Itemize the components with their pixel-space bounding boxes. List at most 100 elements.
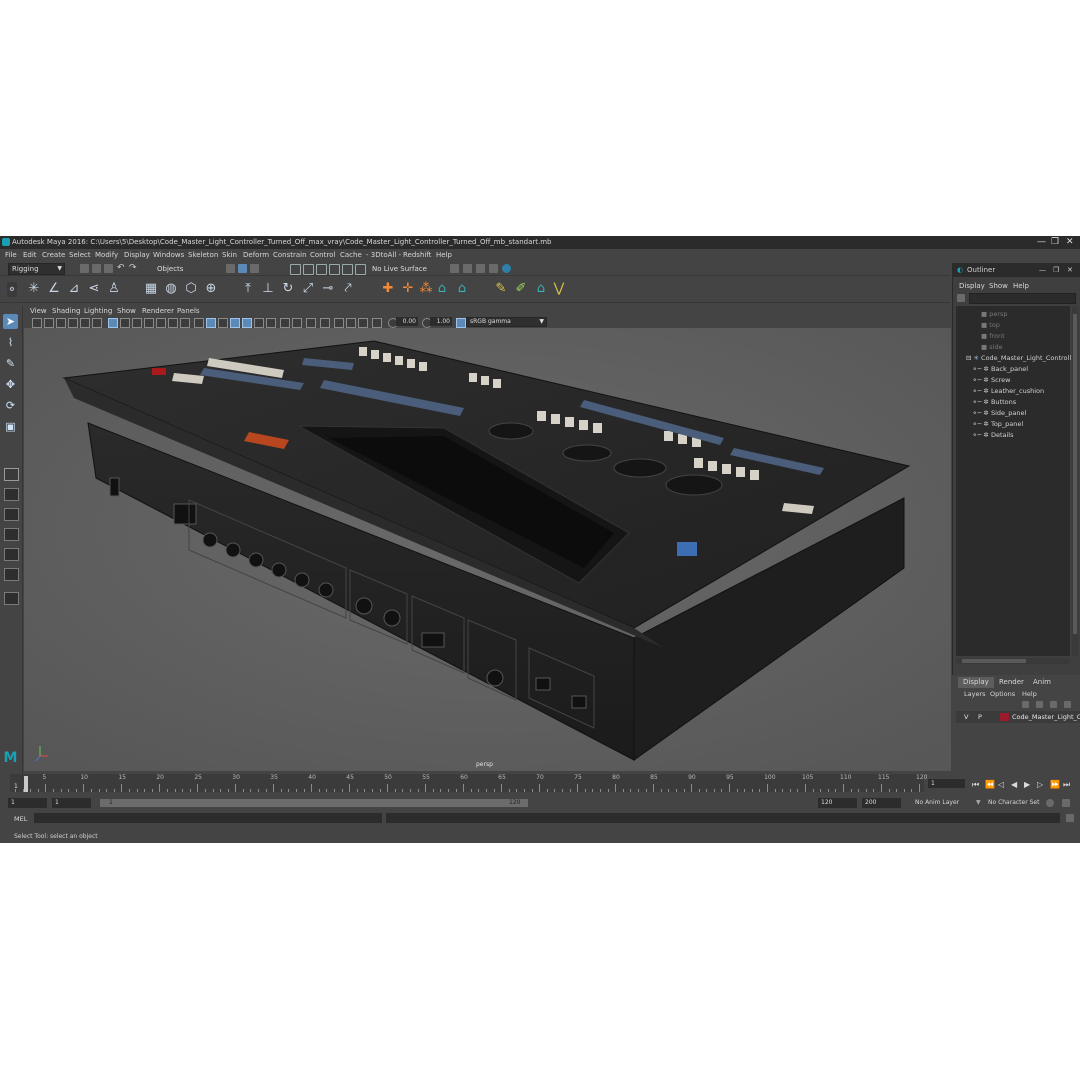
cluster-icon[interactable]: ⊕ [203,281,219,297]
command-input[interactable] [34,813,382,823]
outliner-menu-help[interactable]: Help [1013,282,1029,290]
save-scene-icon[interactable] [104,264,113,273]
menu-modify[interactable]: Modify [95,251,118,259]
selection-mode-dropdown[interactable]: Objects [153,263,218,275]
outliner-minimize-button[interactable]: — [1039,266,1046,274]
gamma-field[interactable]: 1.00 [430,317,452,326]
lasso-tool-icon[interactable]: ⌇ [3,335,18,350]
wrap-deformer-icon[interactable]: ⌂ [434,281,450,297]
panel-menu-shading[interactable]: Shading [52,307,80,315]
safe-action-icon[interactable] [168,318,178,328]
use-lights-icon[interactable] [242,318,252,328]
close-button[interactable]: ✕ [1066,237,1074,247]
wireframe-on-shaded-icon[interactable] [218,318,228,328]
render-settings-icon[interactable] [476,264,485,273]
menu-help[interactable]: Help [436,251,452,259]
exposure-field[interactable]: 0.00 [396,317,418,326]
menu-skeleton[interactable]: Skeleton [188,251,218,259]
smooth-bind-icon[interactable]: ◍ [163,281,179,297]
motion-blur-icon[interactable] [280,318,290,328]
scrollbar-thumb[interactable] [962,659,1026,663]
range-slider[interactable]: 1 120 [100,799,528,807]
two-pane-side-layout-icon[interactable] [4,508,19,521]
auto-key-icon[interactable] [1046,799,1054,807]
current-frame-field[interactable]: 1 [928,779,965,788]
tab-anim[interactable]: Anim [1028,677,1056,688]
outliner-item[interactable]: ■ persp [981,310,1008,318]
script-editor-icon[interactable] [1066,814,1074,822]
snap-surface-icon[interactable] [342,264,353,275]
rotate-tool-icon[interactable]: ⟳ [3,398,18,413]
lattice-icon[interactable]: ⬡ [183,281,199,297]
outliner-item[interactable]: ⚬─ ✲ Top_panel [972,420,1023,428]
locator-icon[interactable]: ✚ [380,281,396,297]
grid-toggle-icon[interactable] [108,318,118,328]
layer-menu-options[interactable]: Options [990,690,1015,698]
graph-persp-layout-icon[interactable] [4,568,19,581]
outliner-menu-show[interactable]: Show [989,282,1008,290]
xray-joints-icon[interactable] [358,318,368,328]
new-layer-selected-icon[interactable] [1064,701,1071,708]
outliner-horizontal-scrollbar[interactable] [956,658,1070,664]
select-component-icon[interactable] [250,264,259,273]
viewport-persp[interactable]: persp [24,328,951,771]
bookmarks-icon[interactable] [68,318,78,328]
step-forward-key-icon[interactable]: ⏩ [1050,780,1060,789]
outliner-maximize-button[interactable]: ❐ [1053,266,1059,274]
panel-menu-view[interactable]: View [30,307,47,315]
menu-redshift[interactable]: Redshift [403,251,431,259]
blend-shape-icon[interactable]: ⌂ [454,281,470,297]
wireframe-icon[interactable] [194,318,204,328]
parent-constraint-icon[interactable]: ⤒ [240,281,256,297]
move-layer-down-icon[interactable] [1036,701,1043,708]
layer-menu-layers[interactable]: Layers [964,690,986,698]
live-surface-field[interactable]: No Live Surface [368,263,431,275]
xray-active-icon[interactable] [346,318,356,328]
playback-end-field[interactable]: 120 [818,798,857,808]
four-pane-layout-icon[interactable] [4,488,19,501]
anti-aliasing-icon[interactable] [292,318,302,328]
menu-cache[interactable]: Cache [340,251,362,259]
snap-view-icon[interactable] [329,264,340,275]
step-back-key-icon[interactable]: ⏪ [985,780,995,789]
snap-vertex-icon[interactable] [355,264,366,275]
layer-menu-help[interactable]: Help [1022,690,1037,698]
menu-deform[interactable]: Deform [243,251,269,259]
ik-spline-icon[interactable]: ⊿ [66,281,82,297]
depth-of-field-icon[interactable] [306,318,316,328]
ik-handle-icon[interactable]: ∠ [46,281,62,297]
preferences-icon[interactable] [1062,799,1070,807]
go-to-start-icon[interactable]: ⏮ [972,780,979,790]
animation-start-field[interactable]: 1 [8,798,47,808]
select-object-icon[interactable] [238,264,247,273]
locator-split-icon[interactable]: ✛ [400,281,416,297]
display-layer-row[interactable]: V P Code_Master_Light_Co [956,711,1080,723]
outliner-filter-icon[interactable] [957,294,965,302]
group-locator-icon[interactable]: ⁂ [418,281,434,297]
2d-pan-zoom-icon[interactable] [92,318,102,328]
sculpt-deformer-icon[interactable]: ⌂ [533,281,549,297]
xray-icon[interactable] [334,318,344,328]
render-frame-icon[interactable] [450,264,459,273]
smooth-shade-icon[interactable] [206,318,216,328]
outliner-item[interactable]: ⚬─ ✲ Leather_cushion [972,387,1044,395]
camera-attributes-icon[interactable] [56,318,66,328]
select-tool-icon[interactable]: ➤ [3,314,18,329]
backface-culling-icon[interactable] [372,318,382,328]
snap-point-icon[interactable] [316,264,327,275]
two-pane-stacked-layout-icon[interactable] [4,528,19,541]
current-frame-marker[interactable] [24,776,28,792]
textured-icon[interactable] [230,318,240,328]
anim-layer-dropdown[interactable]: No Anim Layer [915,799,959,806]
layer-name[interactable]: Code_Master_Light_Co [1012,713,1080,721]
single-pane-layout-icon[interactable] [4,468,19,481]
minimize-button[interactable]: — [1037,237,1046,247]
menu-constrain[interactable]: Constrain [273,251,307,259]
resolution-gate-icon[interactable] [132,318,142,328]
panel-menu-renderer[interactable]: Renderer [142,307,174,315]
shelf-tab-toggle-icon[interactable]: ⚙ [7,282,17,297]
scale-constraint-icon[interactable]: ⤢ [300,281,316,297]
scrollbar-thumb[interactable] [1073,314,1077,634]
layer-playback-toggle[interactable]: P [978,713,982,721]
field-chart-icon[interactable] [156,318,166,328]
